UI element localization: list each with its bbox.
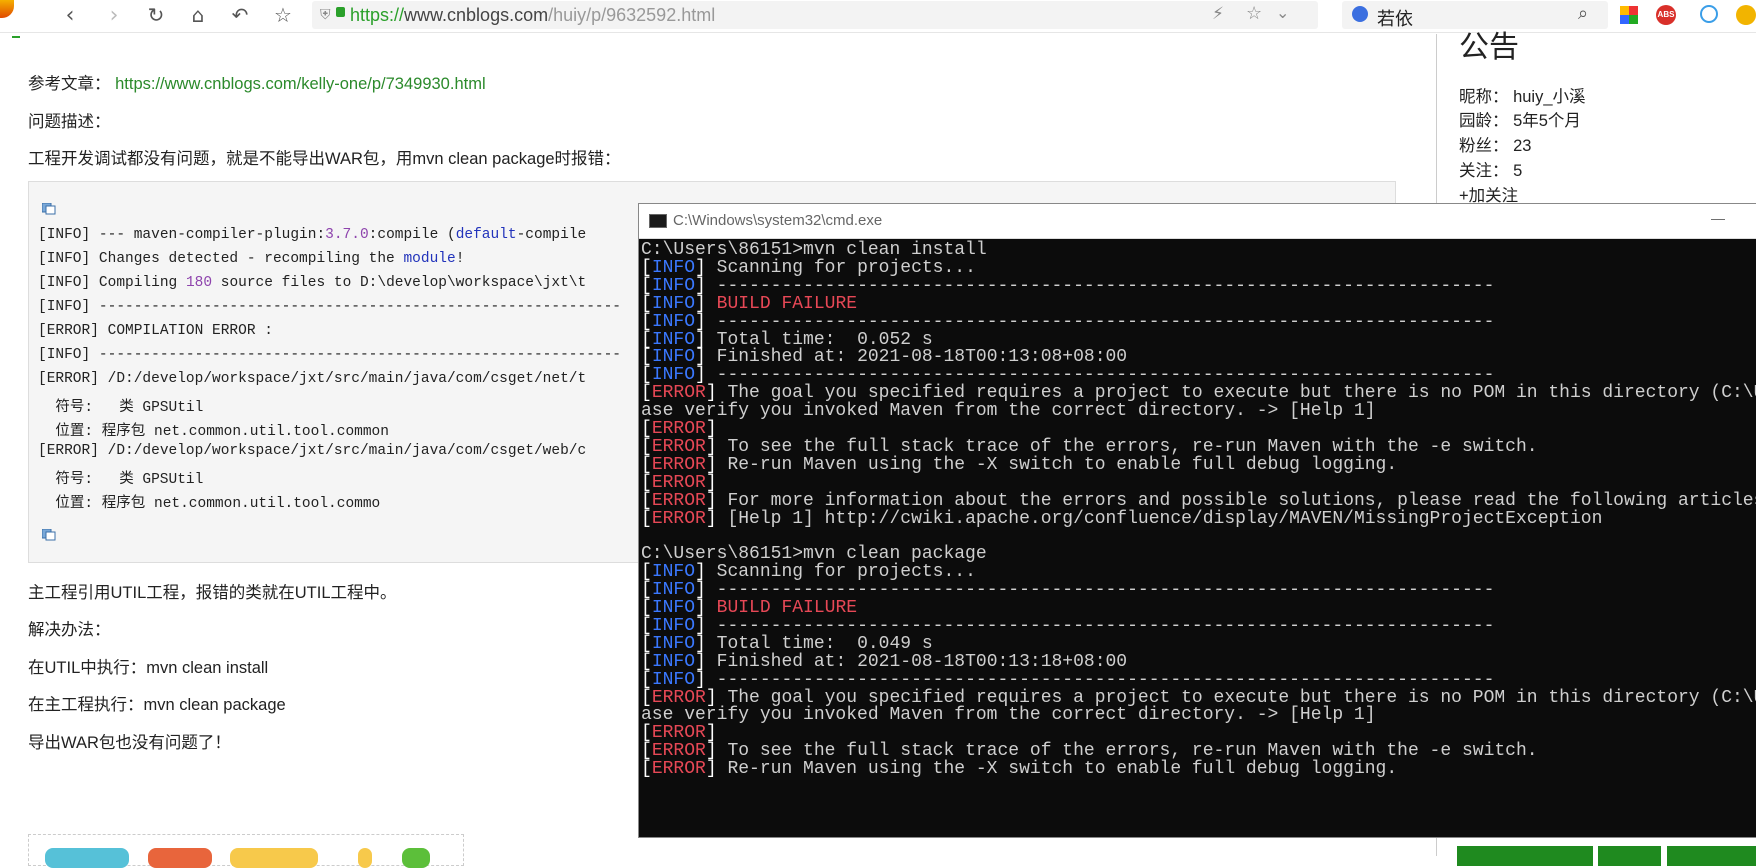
code-line: [INFO] Compiling 180 source files to D:\…	[38, 275, 587, 291]
forward-icon[interactable]: ›	[96, 0, 132, 30]
back-icon[interactable]: ‹	[52, 0, 88, 30]
reference-link[interactable]: https://www.cnblogs.com/kelly-one/p/7349…	[115, 75, 486, 93]
search-input[interactable]: 若依	[1377, 5, 1413, 31]
bracket: [	[641, 759, 652, 780]
bracket: ]	[705, 508, 717, 529]
code-line: 符号: 类 GPSUtil	[38, 400, 204, 416]
copy-code-icon[interactable]	[42, 203, 56, 215]
favorite-star-icon[interactable]: ☆	[1246, 3, 1262, 24]
extension-icon[interactable]	[1700, 5, 1718, 23]
reference-line: 参考文章： https://www.cnblogs.com/kelly-one/…	[28, 70, 486, 94]
tag-badge[interactable]	[1457, 846, 1593, 866]
solution-label: 解决办法：	[28, 621, 111, 639]
code-line: 位置: 程序包 net.common.util.tool.commo	[38, 496, 381, 512]
log-level-error: ERROR	[651, 759, 706, 780]
problem-text: 工程开发调试都没有问题，就是不能导出WAR包，用mvn clean packag…	[28, 150, 621, 168]
minimize-button[interactable]: —	[1711, 210, 1725, 226]
browser-logo-icon	[0, 0, 14, 18]
profile-fans[interactable]: 粉丝： 23	[1459, 132, 1531, 156]
code-line: [ERROR] /D:/develop/workspace/jxt/src/ma…	[38, 443, 587, 459]
code-line: [ERROR] COMPILATION ERROR :	[38, 323, 273, 339]
tag-badge[interactable]	[1598, 846, 1661, 866]
solution-step-2: 在主工程执行：mvn clean package	[28, 696, 286, 714]
shield-icon: ⛨	[320, 6, 331, 22]
cmd-line-text: ase verify you invoked Maven from the co…	[641, 401, 1376, 422]
address-bar[interactable]: ⛨ https://www.cnblogs.com/huiy/p/9632592…	[312, 1, 1318, 29]
code-line: [INFO] --- maven-compiler-plugin:3.7.0:c…	[38, 227, 587, 243]
adblock-icon[interactable]: ABS	[1656, 5, 1676, 25]
tag-badge[interactable]	[1667, 846, 1756, 866]
copy-code-icon[interactable]	[42, 529, 56, 541]
lock-icon	[336, 7, 345, 17]
url-host: www.cnblogs.com	[404, 5, 549, 25]
conclusion-text: 导出WAR包也没有问题了！	[28, 734, 231, 752]
solution-step-1: 在UTIL中执行：mvn clean install	[28, 659, 269, 677]
green-marker	[12, 36, 20, 38]
baidu-paw-icon	[1352, 6, 1368, 22]
problem-label: 问题描述：	[28, 113, 111, 131]
chevron-down-icon[interactable]: ⌄	[1276, 3, 1289, 23]
cmd-line-text: Re-run Maven using the -X switch to enab…	[716, 454, 1398, 475]
cmd-line: [ERROR] [Help 1] http://cwiki.apache.org…	[641, 509, 1602, 529]
profile-age: 园龄： 5年5个月	[1459, 112, 1581, 130]
cmd-line-text: ase verify you invoked Maven from the co…	[641, 705, 1376, 726]
log-level-error: ERROR	[651, 508, 706, 529]
cmd-line: ase verify you invoked Maven from the co…	[641, 705, 1376, 725]
cmd-output: C:\Users\86151>mvn clean install [INFO] S…	[640, 238, 1756, 836]
bracket: [	[641, 508, 652, 529]
share-button[interactable]	[45, 848, 129, 868]
bracket: ]	[705, 759, 717, 780]
code-line: [ERROR] /D:/develop/workspace/jxt/src/ma…	[38, 371, 587, 387]
cmd-line: [ERROR] Re-run Maven using the -X switch…	[641, 759, 1397, 779]
share-button[interactable]	[148, 848, 212, 868]
code-line: [INFO] ---------------------------------…	[38, 347, 621, 363]
undo-icon[interactable]: ↶	[222, 0, 258, 30]
reference-label: 参考文章：	[28, 75, 111, 93]
code-line: [INFO] Changes detected - recompiling th…	[38, 251, 465, 267]
profile-nickname: 昵称： huiy_小溪	[1459, 88, 1586, 106]
cmd-app-icon	[649, 214, 667, 228]
search-icon[interactable]: ⌕	[1578, 3, 1588, 24]
apps-grid-icon[interactable]	[1620, 6, 1638, 24]
share-button[interactable]	[402, 848, 430, 868]
reload-icon[interactable]: ↻	[138, 0, 174, 30]
profile-icon[interactable]	[1736, 5, 1756, 25]
profile-follow[interactable]: 关注： 5	[1459, 157, 1522, 181]
cmd-title: C:\Windows\system32\cmd.exe	[673, 212, 883, 229]
code-line: 符号: 类 GPSUtil	[38, 472, 204, 488]
lightning-icon[interactable]: ⚡	[1212, 4, 1224, 24]
sidebar-heading: 公告	[1459, 31, 1519, 64]
bookmark-star-icon[interactable]: ☆	[265, 0, 301, 30]
after-code-text: 主工程引用UTIL工程，报错的类就在UTIL工程中。	[28, 584, 397, 602]
cmd-title-bar[interactable]: C:\Windows\system32\cmd.exe —	[639, 204, 1756, 239]
cmd-window[interactable]: C:\Windows\system32\cmd.exe — C:\Users\8…	[638, 203, 1756, 838]
cmd-line-text: [Help 1] http://cwiki.apache.org/conflue…	[716, 508, 1603, 529]
cmd-line: ase verify you invoked Maven from the co…	[641, 401, 1376, 421]
share-button[interactable]	[358, 848, 372, 868]
code-line: [INFO] ---------------------------------…	[38, 299, 621, 315]
url-scheme: https://	[350, 5, 405, 25]
address-url: https://www.cnblogs.com/huiy/p/9632592.h…	[350, 5, 715, 26]
share-button[interactable]	[230, 848, 318, 868]
cmd-line: [ERROR] Re-run Maven using the -X switch…	[641, 455, 1397, 475]
url-path: /huiy/p/9632592.html	[548, 5, 716, 25]
cmd-line-text: Re-run Maven using the -X switch to enab…	[716, 759, 1398, 780]
code-line: 位置: 程序包 net.common.util.tool.common	[38, 424, 389, 440]
home-icon[interactable]: ⌂	[180, 0, 216, 30]
